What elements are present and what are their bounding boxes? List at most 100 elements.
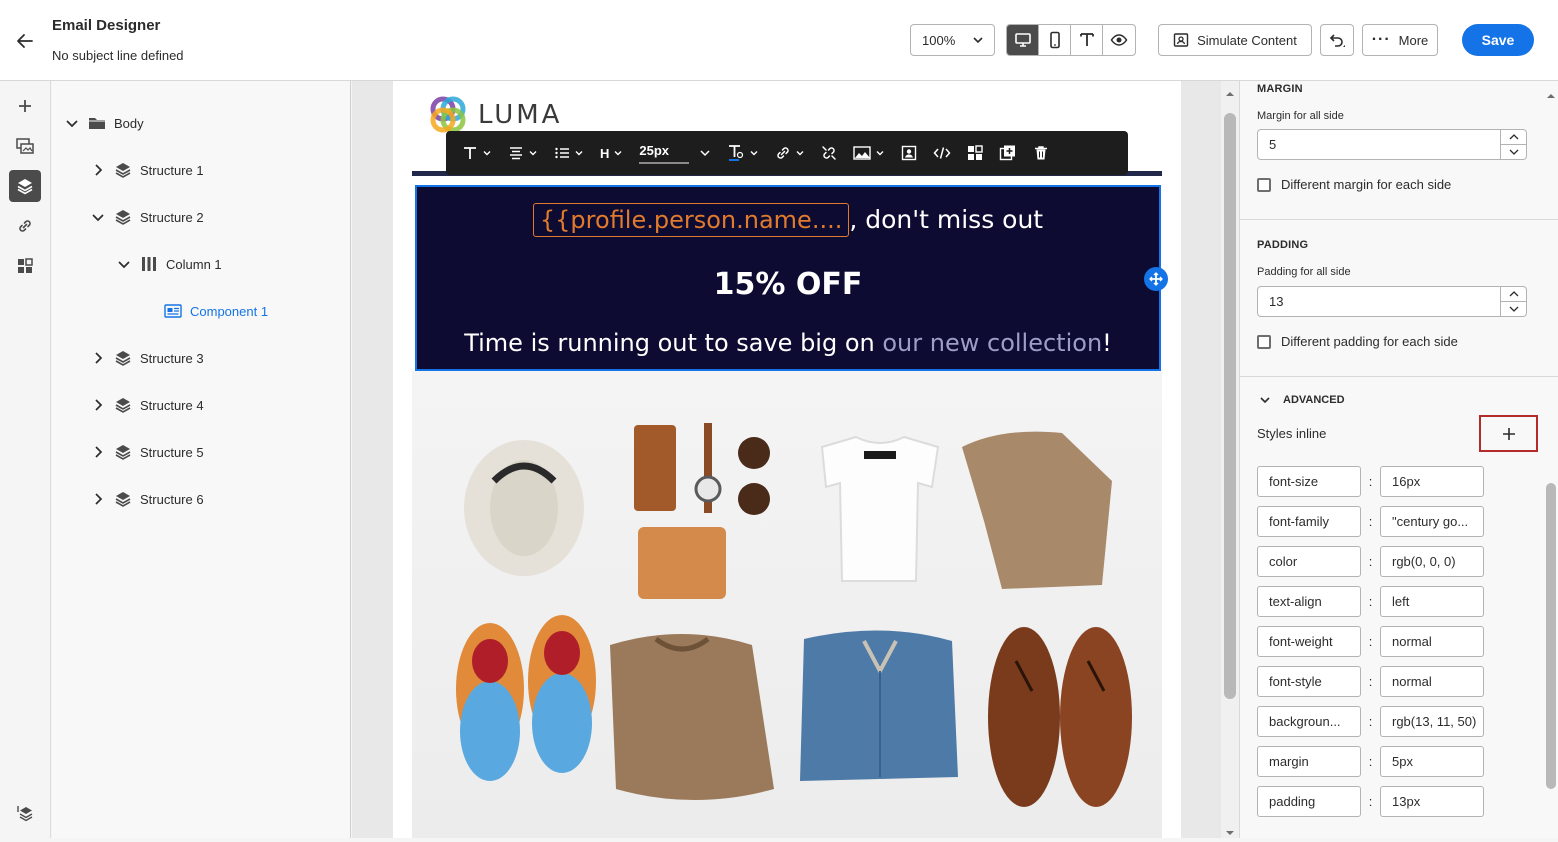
chevron-right-icon[interactable] (90, 350, 106, 366)
add-icon[interactable] (9, 90, 41, 122)
padding-input[interactable]: 13 (1257, 286, 1527, 317)
app-header: Email Designer No subject line defined 1… (0, 0, 1558, 81)
canvas-scroll-thumb[interactable] (1224, 113, 1236, 699)
margin-input[interactable]: 5 (1257, 129, 1527, 160)
text-color-icon (729, 145, 744, 161)
tree-item-structure-1[interactable]: Structure 1 (90, 159, 204, 181)
style-key-input[interactable]: margin (1257, 746, 1361, 777)
style-key-input[interactable]: font-family (1257, 506, 1361, 537)
hero-greeting[interactable]: {{profile.person.name...., don't miss ou… (417, 203, 1159, 237)
style-key-input[interactable]: font-size (1257, 466, 1361, 497)
advanced-section-toggle[interactable]: ADVANCED (1259, 394, 1345, 406)
margin-different-checkbox[interactable]: Different margin for each side (1257, 177, 1451, 192)
chevron-right-icon[interactable] (90, 162, 106, 178)
properties-scrollbar[interactable] (1544, 81, 1558, 838)
padding-different-checkbox[interactable]: Different padding for each side (1257, 334, 1458, 349)
undo-button[interactable] (1320, 24, 1354, 56)
zoom-select[interactable]: 100% (910, 24, 995, 56)
delete-button[interactable] (1025, 131, 1057, 175)
style-value-input[interactable]: left (1380, 586, 1484, 617)
preview-button[interactable] (1103, 25, 1135, 55)
unlink-button[interactable] (813, 131, 845, 175)
layers-icon[interactable] (9, 170, 41, 202)
simulate-content-button[interactable]: Simulate Content (1158, 24, 1312, 56)
scroll-up-icon[interactable] (1546, 87, 1556, 105)
font-size-dropdown[interactable]: 25px (631, 131, 719, 175)
tree-item-structure-6[interactable]: Structure 6 (90, 488, 204, 510)
tree-item-structure-4[interactable]: Structure 4 (90, 394, 204, 416)
decrement-icon[interactable] (1501, 145, 1526, 159)
tree-item-body[interactable]: Body (64, 112, 144, 134)
simulate-icon (1173, 33, 1189, 47)
code-button[interactable] (925, 131, 959, 175)
checkbox[interactable] (1257, 177, 1271, 192)
link-icon[interactable] (9, 210, 41, 242)
tree-item-component-1[interactable]: Component 1 (164, 300, 268, 322)
scroll-down-icon[interactable] (1225, 824, 1235, 842)
style-value-input[interactable]: rgb(0, 0, 0) (1380, 546, 1484, 577)
text-view-button[interactable] (1071, 25, 1103, 55)
tree-item-structure-3[interactable]: Structure 3 (90, 347, 204, 369)
desktop-view-button[interactable] (1007, 25, 1039, 55)
chevron-right-icon[interactable] (90, 397, 106, 413)
increment-icon[interactable] (1501, 287, 1526, 302)
tree-item-structure-5[interactable]: Structure 5 (90, 441, 204, 463)
collection-link[interactable]: our new collection (882, 329, 1102, 357)
folder-icon (88, 114, 106, 132)
back-arrow-icon[interactable] (12, 28, 38, 54)
personalization-token[interactable]: {{profile.person.name.... (532, 203, 850, 237)
fragment-button[interactable] (959, 131, 991, 175)
increment-icon[interactable] (1501, 130, 1526, 145)
style-key-input[interactable]: backgroun... (1257, 706, 1361, 737)
style-key-input[interactable]: color (1257, 546, 1361, 577)
style-key-input[interactable]: font-style (1257, 666, 1361, 697)
tree-item-column-1[interactable]: Column 1 (116, 253, 222, 275)
luma-logo[interactable]: LUMA (428, 95, 562, 135)
list-dropdown[interactable] (546, 131, 592, 175)
chevron-right-icon[interactable] (90, 444, 106, 460)
structure-layers-icon[interactable] (9, 797, 41, 829)
add-style-button[interactable] (1479, 415, 1538, 452)
text-format-dropdown[interactable] (454, 131, 500, 175)
hero-subtext[interactable]: Time is running out to save big on our n… (417, 329, 1159, 357)
style-key-input[interactable]: font-weight (1257, 626, 1361, 657)
image-dropdown[interactable] (845, 131, 893, 175)
chevron-down-icon[interactable] (90, 209, 106, 225)
align-dropdown[interactable] (500, 131, 546, 175)
personalization-button[interactable] (893, 131, 925, 175)
chevron-down-icon[interactable] (116, 256, 132, 272)
product-image[interactable] (412, 371, 1162, 838)
hero-headline[interactable]: 15% OFF (417, 267, 1159, 302)
save-button[interactable]: Save (1462, 24, 1534, 56)
fragments-icon[interactable] (9, 250, 41, 282)
chevron-right-icon[interactable] (90, 491, 106, 507)
add-component-handle[interactable] (1144, 267, 1168, 291)
tree-item-structure-2[interactable]: Structure 2 (90, 206, 204, 228)
duplicate-button[interactable] (991, 131, 1025, 175)
hero-text-block[interactable]: {{profile.person.name...., don't miss ou… (415, 185, 1161, 371)
text-color-dropdown[interactable] (719, 131, 767, 175)
style-value-input[interactable]: normal (1380, 666, 1484, 697)
assets-icon[interactable] (9, 130, 41, 162)
chevron-down-icon (796, 151, 804, 156)
email-body[interactable]: LUMA H 25px {{profile.person.name.... , … (393, 81, 1181, 838)
style-key-input[interactable]: padding (1257, 786, 1361, 817)
chevron-down-icon[interactable] (64, 115, 80, 131)
style-value-input[interactable]: rgb(13, 11, 50) (1380, 706, 1484, 737)
style-value-input[interactable]: normal (1380, 626, 1484, 657)
style-value-input[interactable]: 5px (1380, 746, 1484, 777)
heading-dropdown[interactable]: H (592, 131, 631, 175)
decrement-icon[interactable] (1501, 302, 1526, 316)
properties-panel: MARGIN Margin for all side 5 Different m… (1239, 81, 1558, 838)
style-value-input[interactable]: 13px (1380, 786, 1484, 817)
style-value-input[interactable]: "century go... (1380, 506, 1484, 537)
checkbox[interactable] (1257, 334, 1271, 349)
style-value-input[interactable]: 16px (1380, 466, 1484, 497)
link-dropdown[interactable] (767, 131, 813, 175)
more-button[interactable]: ··· More (1362, 24, 1438, 56)
canvas-scrollbar[interactable] (1221, 81, 1239, 838)
style-key-input[interactable]: text-align (1257, 586, 1361, 617)
properties-scroll-thumb[interactable] (1546, 483, 1556, 789)
scroll-up-icon[interactable] (1225, 85, 1235, 103)
mobile-view-button[interactable] (1039, 25, 1071, 55)
